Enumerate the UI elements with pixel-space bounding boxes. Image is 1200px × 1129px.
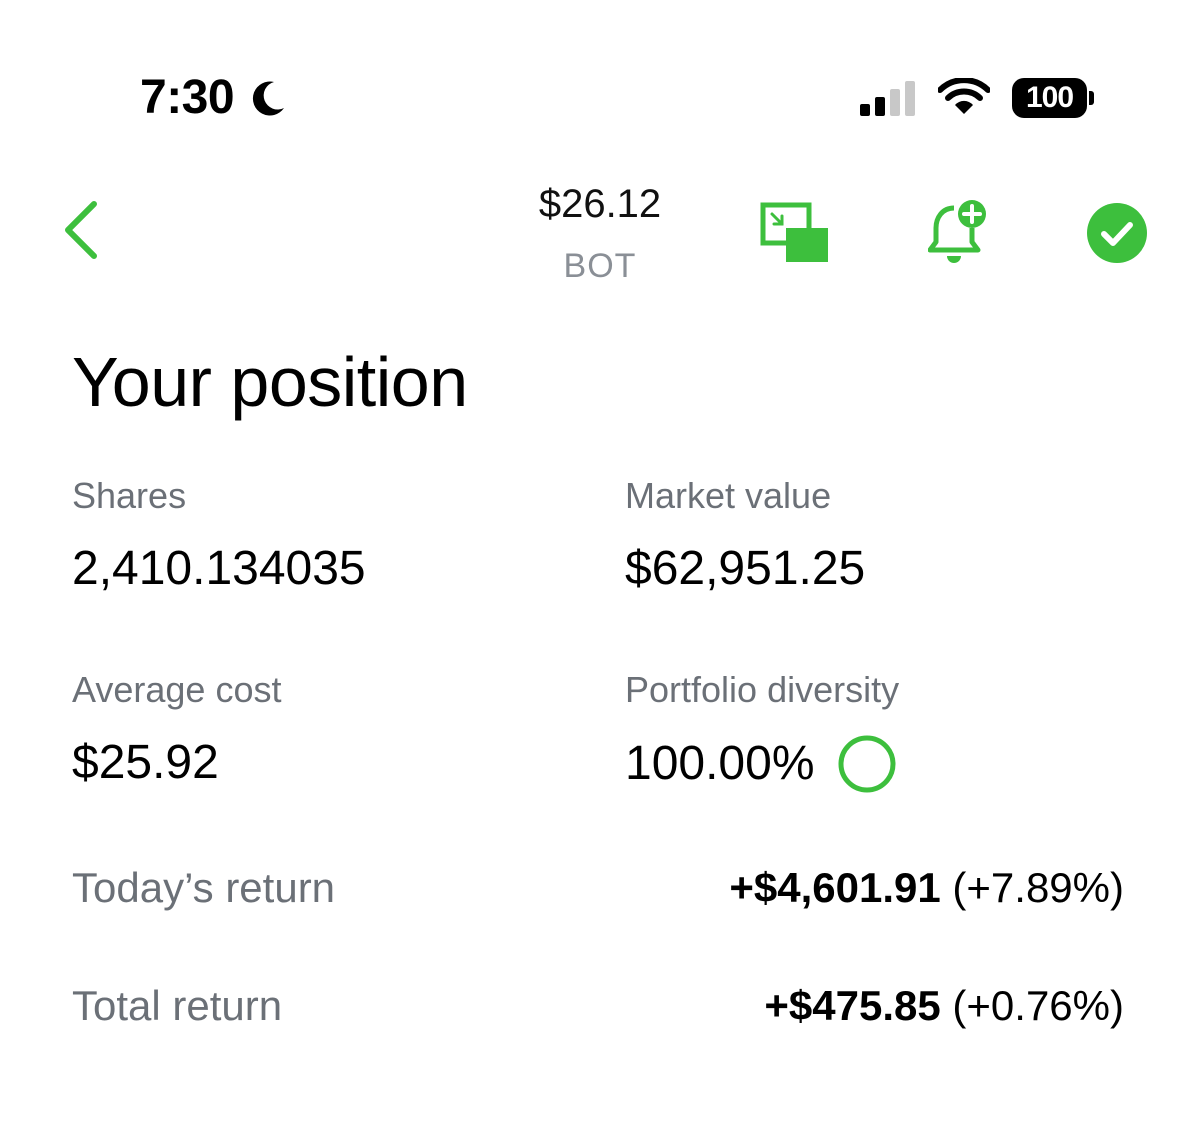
header-quote: $26.12 BOT <box>450 178 750 288</box>
battery-tip <box>1089 91 1094 105</box>
shares-label: Shares <box>72 475 187 516</box>
wifi-icon <box>938 78 990 114</box>
section-title: Your position <box>72 343 468 421</box>
market-value-label: Market value <box>625 475 832 516</box>
total-return-amount: +$475.85 <box>764 982 941 1029</box>
chevron-left-icon[interactable] <box>58 196 108 266</box>
shares-value: 2,410.134035 <box>72 542 366 595</box>
total-return-percent: (+0.76%) <box>952 982 1124 1029</box>
status-time: 7:30 <box>140 70 288 126</box>
average-cost-value: $25.92 <box>72 736 219 789</box>
picture-in-picture-icon[interactable] <box>760 202 830 264</box>
market-value: $62,951.25 <box>625 542 866 595</box>
portfolio-diversity-value: 100.00% <box>625 737 815 790</box>
battery-level: 100 <box>1012 78 1088 118</box>
todays-return-amount: +$4,601.91 <box>729 864 941 911</box>
portfolio-diversity-label: Portfolio diversity <box>625 669 900 710</box>
bell-plus-icon[interactable] <box>928 198 990 266</box>
average-cost-label: Average cost <box>72 669 282 710</box>
ticker-symbol: BOT <box>563 247 637 285</box>
todays-return-percent: (+7.89%) <box>952 864 1124 911</box>
moon-icon <box>252 81 285 116</box>
todays-return-label: Today’s return <box>72 864 336 911</box>
total-return-label: Total return <box>72 982 283 1029</box>
total-return-value: +$475.85 (+0.76%) <box>764 980 1124 1032</box>
diversity-ring-icon[interactable] <box>837 734 897 794</box>
current-price: $26.12 <box>538 182 662 226</box>
battery-indicator: 100 <box>1012 78 1094 118</box>
todays-return-value: +$4,601.91 (+7.89%) <box>729 862 1124 914</box>
check-circle-icon[interactable] <box>1086 202 1148 264</box>
portfolio-diversity: 100.00% <box>625 734 897 794</box>
clock-text: 7:30 <box>140 71 235 124</box>
cellular-signal-icon <box>860 81 915 116</box>
